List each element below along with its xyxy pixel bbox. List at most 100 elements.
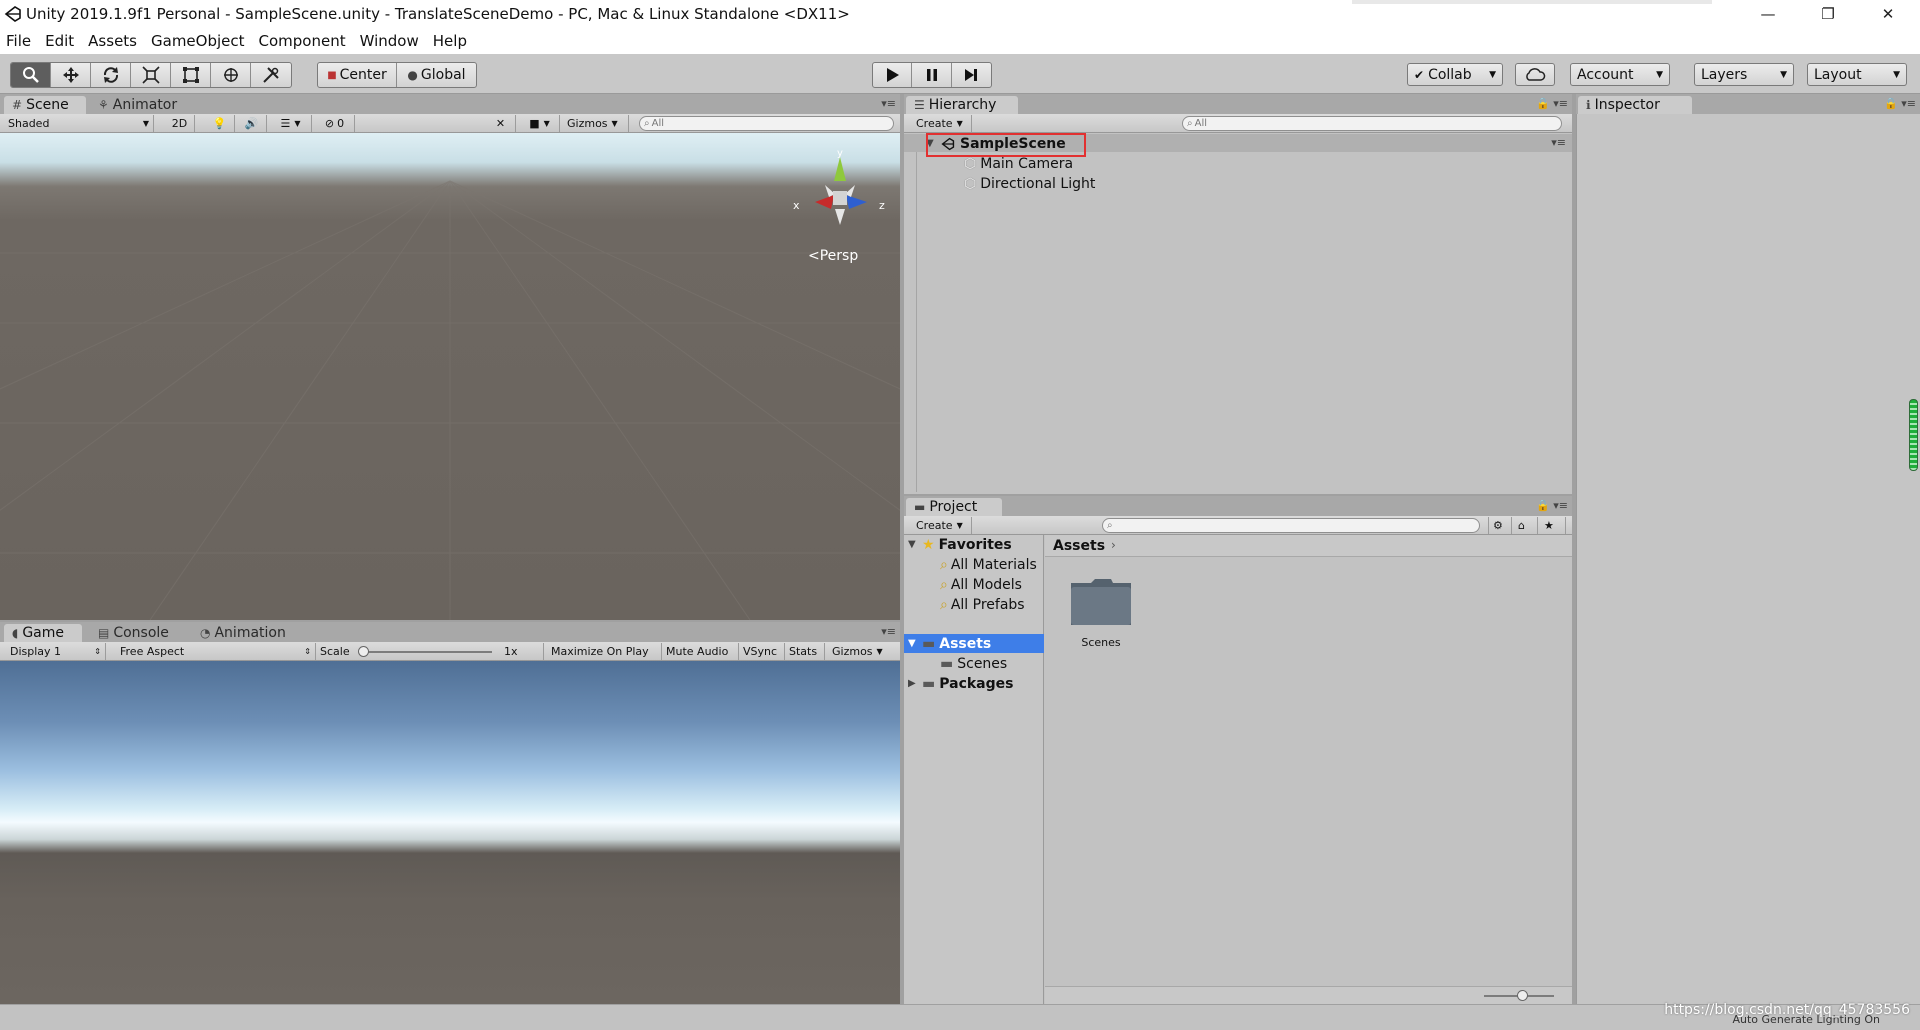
icon-size-slider-thumb[interactable]: [1517, 990, 1528, 1001]
folder-icon: ▬: [922, 635, 936, 652]
panel-splitter[interactable]: [0, 620, 900, 622]
lock-menu-icon[interactable]: 🔒 ▾≡: [1536, 499, 1568, 512]
menu-assets[interactable]: Assets: [88, 32, 137, 50]
scenes-folder-row[interactable]: ▬ Scenes: [904, 654, 1044, 673]
menu-window[interactable]: Window: [360, 32, 419, 50]
pivot-global-button[interactable]: ● Global: [397, 63, 476, 87]
scene-orientation-gizmo[interactable]: y x z: [785, 147, 895, 257]
layers-dropdown[interactable]: Layers ▼: [1694, 63, 1794, 86]
2d-toggle[interactable]: 2D: [165, 115, 195, 132]
transform-tool-button[interactable]: [211, 63, 251, 87]
panel-menu-icon[interactable]: ▾≡: [881, 97, 896, 110]
audio-toggle[interactable]: 🔊: [237, 115, 267, 132]
list-icon: ☰: [914, 98, 925, 112]
tab-animation[interactable]: ◔ Animation: [192, 624, 304, 642]
gizmos-dropdown[interactable]: Gizmos ▼: [563, 115, 629, 132]
speaker-icon: 🔊: [244, 117, 259, 130]
hand-tool-button[interactable]: [11, 63, 51, 87]
maximize-on-play-toggle[interactable]: Maximize On Play: [547, 643, 662, 660]
project-search-input[interactable]: ⌕: [1102, 518, 1480, 533]
game-viewport[interactable]: [0, 661, 900, 1004]
packages-folder-row[interactable]: ▶ ▬ Packages: [904, 674, 1044, 693]
scene-menu-icon[interactable]: ▾≡: [1551, 136, 1566, 149]
collab-dropdown[interactable]: ✔ Collab ▼: [1407, 63, 1503, 86]
perspective-toggle[interactable]: <Persp: [808, 248, 858, 264]
lock-menu-icon[interactable]: 🔒 ▾≡: [1884, 97, 1916, 110]
favorite-all-prefabs[interactable]: ⌕ All Prefabs: [904, 595, 1044, 614]
shading-mode-dropdown[interactable]: Shaded ▼: [4, 115, 154, 132]
hierarchy-create-dropdown[interactable]: Create ▼: [912, 115, 972, 132]
tab-console[interactable]: ▤ Console: [90, 624, 186, 642]
expand-arrow-icon: ▼: [908, 539, 916, 550]
chevron-down-icon: ▼: [142, 119, 149, 128]
pause-button[interactable]: [912, 63, 952, 87]
hierarchy-search-input[interactable]: ⌕ All: [1182, 116, 1562, 131]
cloud-button[interactable]: [1515, 63, 1555, 86]
scene-viewport[interactable]: y x z <Persp: [0, 133, 900, 620]
aspect-dropdown[interactable]: Free Aspect ⇕: [116, 643, 316, 660]
hierarchy-toolbar: Create ▼ ⌕ All: [904, 114, 1572, 133]
favorites-label: Favorites: [938, 536, 1012, 553]
search-icon: ⌕: [1107, 520, 1113, 531]
scale-slider[interactable]: Scale 1x: [316, 643, 544, 660]
pivot-center-button[interactable]: ■ Center: [318, 63, 397, 87]
menu-edit[interactable]: Edit: [45, 32, 74, 50]
panel-splitter[interactable]: [1572, 94, 1576, 1004]
move-tool-button[interactable]: [51, 63, 91, 87]
menu-help[interactable]: Help: [433, 32, 467, 50]
chevron-right-icon: ›: [1111, 538, 1116, 552]
hierarchy-item-directional-light[interactable]: ⬡ Directional Light: [964, 174, 1095, 193]
breadcrumb-assets[interactable]: Assets: [1053, 538, 1105, 554]
minimize-button[interactable]: —: [1745, 0, 1791, 28]
scene-search-input[interactable]: ⌕ All: [639, 116, 894, 131]
vsync-toggle[interactable]: VSync: [739, 643, 785, 660]
panel-menu-icon[interactable]: ▾≡: [881, 625, 896, 638]
project-create-dropdown[interactable]: Create ▼: [912, 517, 972, 534]
filter-label-button[interactable]: ⌂: [1514, 517, 1538, 534]
tab-game[interactable]: ◖ Game: [4, 624, 82, 642]
mute-audio-toggle[interactable]: Mute Audio: [662, 643, 739, 660]
hierarchy-item-main-camera[interactable]: ⬡ Main Camera: [964, 154, 1073, 173]
favorite-all-models[interactable]: ⌕ All Models: [904, 575, 1044, 594]
layout-dropdown[interactable]: Layout ▼: [1807, 63, 1907, 86]
asset-scenes-folder[interactable]: Scenes: [1061, 575, 1141, 649]
display-dropdown[interactable]: Display 1 ⇕: [6, 643, 106, 660]
scale-slider-track[interactable]: [362, 651, 492, 653]
rect-tool-button[interactable]: [171, 63, 211, 87]
tab-animator[interactable]: ⚘ Animator: [90, 96, 190, 114]
scene-tools-toggle[interactable]: ✕: [486, 115, 516, 132]
asset-scenes-label: Scenes: [1081, 636, 1121, 649]
menu-component[interactable]: Component: [259, 32, 346, 50]
lighting-toggle[interactable]: 💡: [205, 115, 235, 132]
favorite-all-materials[interactable]: ⌕ All Materials: [904, 555, 1044, 574]
step-button[interactable]: [952, 63, 991, 87]
panel-splitter[interactable]: [904, 494, 1572, 496]
tab-inspector[interactable]: ℹ Inspector: [1578, 96, 1692, 114]
tab-hierarchy[interactable]: ☰ Hierarchy: [906, 96, 1018, 114]
filter-type-button[interactable]: ⚙: [1488, 517, 1512, 534]
scale-tool-button[interactable]: [131, 63, 171, 87]
hidden-objects-toggle[interactable]: ⊘ 0: [315, 115, 355, 132]
tab-game-label: Game: [22, 625, 65, 641]
assets-folder-row[interactable]: ▼ ▬ Assets: [904, 634, 1044, 653]
lock-menu-icon[interactable]: 🔒 ▾≡: [1536, 97, 1568, 110]
favorites-row[interactable]: ▼ ★ Favorites: [904, 535, 1044, 554]
effects-dropdown[interactable]: ☰ ▼: [270, 115, 312, 132]
panel-splitter[interactable]: [900, 94, 904, 1004]
favorite-button[interactable]: ★: [1540, 517, 1566, 534]
close-button[interactable]: ✕: [1865, 0, 1911, 28]
tab-scene[interactable]: # Scene: [4, 96, 86, 114]
restore-button[interactable]: ❐: [1805, 0, 1851, 28]
play-button[interactable]: [873, 63, 913, 87]
custom-tool-button[interactable]: [251, 63, 291, 87]
account-dropdown[interactable]: Account ▼: [1570, 63, 1670, 86]
menu-gameobject[interactable]: GameObject: [151, 32, 245, 50]
rotate-tool-button[interactable]: [91, 63, 131, 87]
stats-toggle[interactable]: Stats: [785, 643, 825, 660]
pivot-controls: ■ Center ● Global: [317, 62, 477, 88]
menu-file[interactable]: File: [6, 32, 31, 50]
scale-slider-thumb[interactable]: [358, 646, 369, 657]
camera-dropdown[interactable]: ■ ▼: [520, 115, 560, 132]
game-gizmos-dropdown[interactable]: Gizmos ▼: [828, 643, 898, 660]
tab-project[interactable]: ▬ Project: [906, 498, 1002, 516]
